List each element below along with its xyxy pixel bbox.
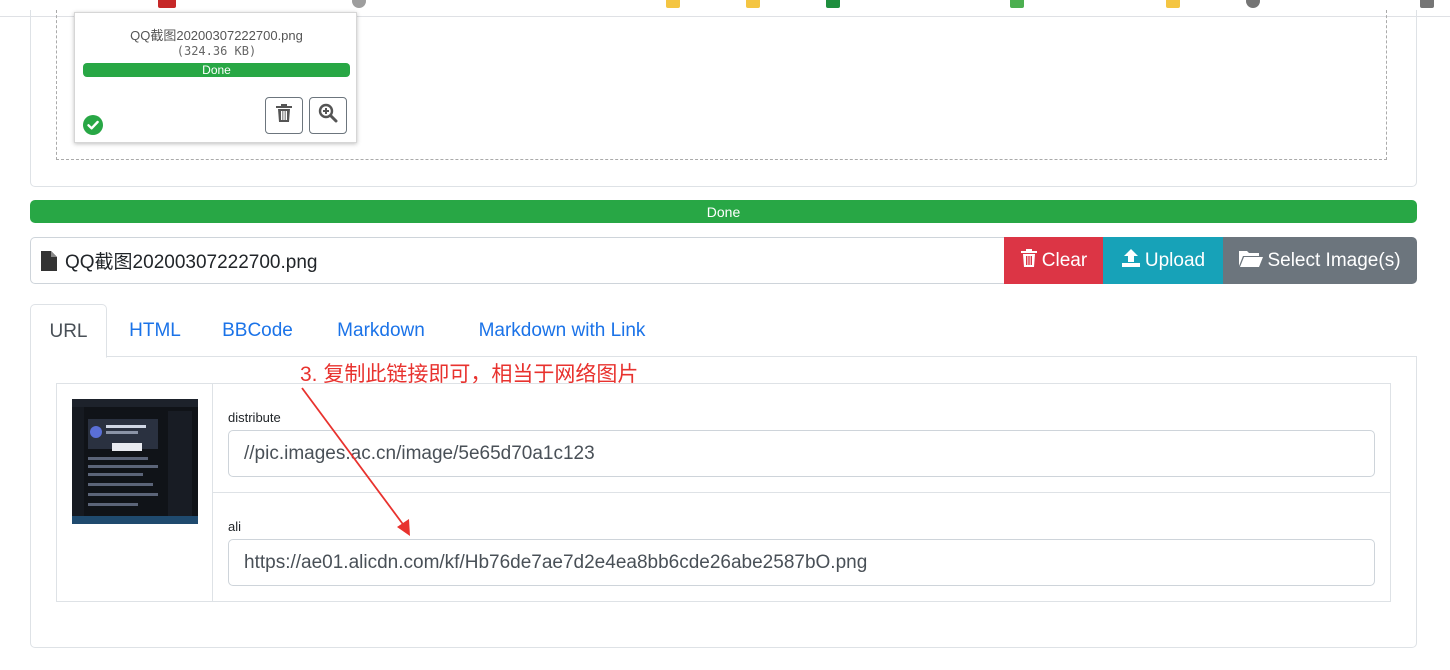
- zoom-in-icon: [318, 103, 338, 128]
- tab-markdown-with-link[interactable]: Markdown with Link: [458, 304, 666, 357]
- select-images-label: Select Image(s): [1267, 249, 1401, 271]
- bookmark-favicon[interactable]: [746, 0, 760, 8]
- link-row: ali https://ae01.alicdn.com/kf/Hb76de7ae…: [213, 493, 1390, 601]
- file-preview-card: QQ截图20200307222700.png (324.36 KB) Done: [74, 12, 357, 143]
- upload-progress-bar: Done: [30, 200, 1417, 223]
- clear-button[interactable]: Clear: [1004, 237, 1103, 284]
- tab-bbcode[interactable]: BBCode: [210, 304, 305, 357]
- bookmark-favicon[interactable]: [1420, 0, 1434, 8]
- bookmark-favicon[interactable]: [1166, 0, 1180, 8]
- bookmark-favicon[interactable]: [1010, 0, 1024, 8]
- trash-icon: [1020, 248, 1038, 274]
- preview-filesize: (324.36 KB): [176, 44, 257, 58]
- link-row: distribute //pic.images.ac.cn/image/5e65…: [213, 384, 1390, 493]
- bookmark-favicon[interactable]: [1246, 0, 1260, 8]
- check-circle-icon: [83, 115, 103, 135]
- tab-url[interactable]: URL: [30, 304, 107, 358]
- link-format-tabs: URL HTML BBCode Markdown Markdown with L…: [30, 304, 1417, 358]
- image-cell: [57, 384, 213, 601]
- upload-button-label: Upload: [1144, 249, 1206, 271]
- file-caption[interactable]: QQ截图20200307222700.png: [30, 237, 1005, 284]
- upload-icon: [1121, 248, 1141, 274]
- bookmark-favicon[interactable]: [666, 0, 680, 8]
- remove-file-button[interactable]: [265, 97, 303, 134]
- clear-button-label: Clear: [1041, 249, 1088, 271]
- uploaded-image-thumbnail[interactable]: [72, 399, 198, 524]
- preview-filename: QQ截图20200307222700.png: [130, 28, 303, 43]
- tab-html[interactable]: HTML: [114, 304, 196, 357]
- bookmark-favicon[interactable]: [826, 0, 840, 8]
- link-label: ali: [228, 519, 242, 534]
- tab-markdown[interactable]: Markdown: [321, 304, 441, 357]
- file-input-group: QQ截图20200307222700.png Clear Upload Sele…: [30, 237, 1417, 284]
- folder-open-icon: [1239, 249, 1264, 273]
- zoom-preview-button[interactable]: [309, 97, 347, 134]
- file-caption-text: QQ截图20200307222700.png: [65, 252, 318, 273]
- trash-icon: [275, 103, 293, 128]
- distribute-link-field[interactable]: //pic.images.ac.cn/image/5e65d70a1c123: [228, 430, 1375, 477]
- file-icon: [41, 250, 57, 271]
- annotation-text: 3. 复制此链接即可，相当于网络图片: [300, 363, 639, 386]
- bookmark-favicon[interactable]: [352, 0, 366, 8]
- links-table: distribute //pic.images.ac.cn/image/5e65…: [56, 383, 1391, 602]
- ali-link-field[interactable]: https://ae01.alicdn.com/kf/Hb76de7ae7d2e…: [228, 539, 1375, 586]
- select-images-button[interactable]: Select Image(s): [1223, 237, 1417, 284]
- link-label: distribute: [228, 410, 281, 425]
- bookmark-favicon[interactable]: [158, 0, 176, 8]
- upload-button[interactable]: Upload: [1103, 237, 1223, 284]
- preview-progress-bar: Done: [83, 63, 350, 77]
